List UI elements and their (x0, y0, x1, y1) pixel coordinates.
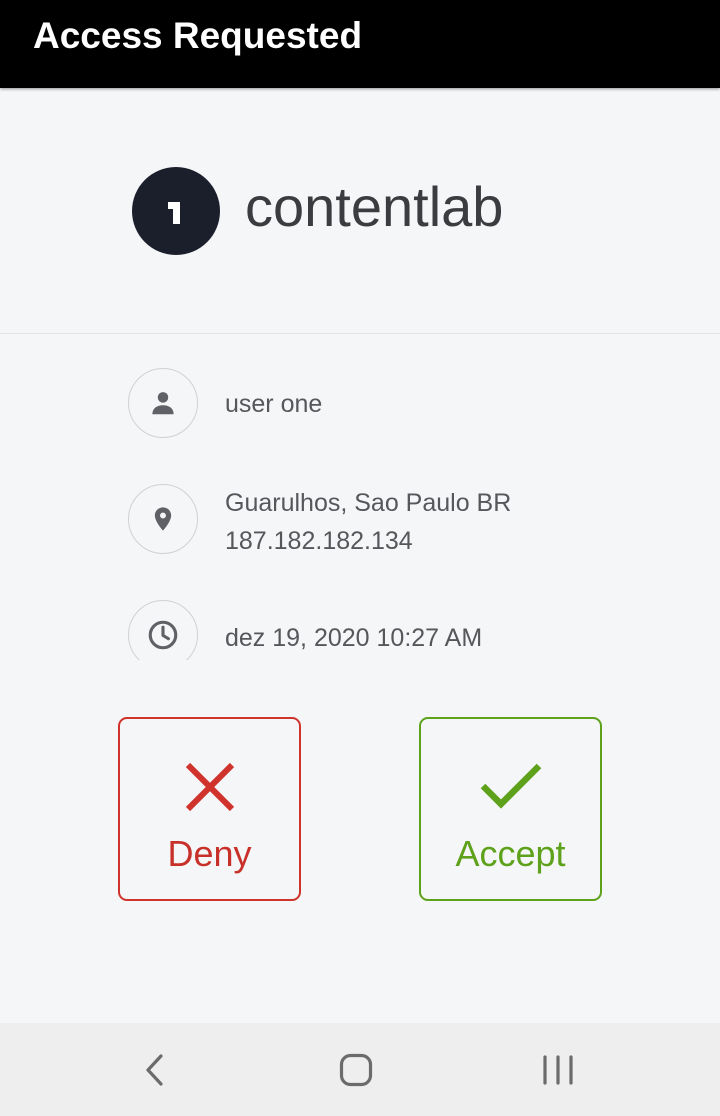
accept-label: Accept (455, 833, 566, 874)
back-button[interactable] (95, 1023, 215, 1116)
person-icon (128, 368, 198, 438)
account-name: contentlab (245, 175, 504, 238)
user-name: user one (225, 390, 323, 418)
deny-label: Deny (167, 833, 252, 874)
accept-button[interactable]: Accept (419, 717, 602, 901)
scroll-fade (0, 660, 720, 680)
recent-apps-icon (543, 1054, 573, 1085)
onelogin-logo-icon (132, 167, 220, 255)
back-chevron-icon (146, 1053, 163, 1086)
close-icon (185, 762, 234, 812)
home-button[interactable] (296, 1023, 416, 1116)
location-place: Guarulhos, Sao Paulo BR (225, 489, 512, 517)
ip-address: 187.182.182.134 (225, 527, 413, 555)
home-icon (339, 1053, 373, 1086)
user-row: user one (128, 368, 608, 438)
deny-button[interactable]: Deny (118, 717, 301, 901)
app-bar: Access Requested (0, 0, 720, 88)
location-pin-icon (128, 484, 198, 554)
brand-header: contentlab (0, 88, 720, 334)
location-row: Guarulhos, Sao Paulo BR 187.182.182.134 (128, 484, 608, 564)
request-timestamp: dez 19, 2020 10:27 AM (225, 624, 483, 652)
recent-apps-button[interactable] (498, 1023, 618, 1116)
page-title: Access Requested (33, 15, 363, 56)
check-icon (480, 763, 541, 809)
system-navigation-bar (0, 1023, 720, 1116)
